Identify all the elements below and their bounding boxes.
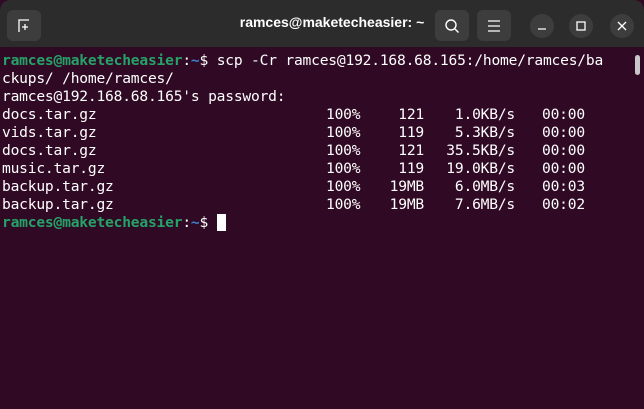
transfer-percent: 100% xyxy=(326,106,361,123)
search-button[interactable] xyxy=(435,10,469,41)
transfer-file: music.tar.gz xyxy=(2,160,106,177)
password-prompt: ramces@192.168.68.165's password: xyxy=(2,88,286,105)
transfer-file: docs.tar.gz xyxy=(2,106,97,123)
scrollbar[interactable] xyxy=(635,55,640,75)
minimize-icon xyxy=(538,28,546,30)
transfer-size: 19MB xyxy=(389,178,425,195)
prompt-path: ~ xyxy=(190,52,200,69)
command-line-wrap: ckups/ /home/ramces/ xyxy=(2,70,174,87)
transfer-file: docs.tar.gz xyxy=(2,142,97,159)
prompt-symbol: $ xyxy=(199,214,217,231)
transfer-rate: 5.3KB/s xyxy=(454,124,515,141)
transfer-time: 00:00 xyxy=(542,106,585,123)
transfer-time: 00:02 xyxy=(542,196,585,213)
prompt-separator: : xyxy=(182,52,191,69)
minimize-button[interactable] xyxy=(530,14,554,38)
prompt-user-host: ramces@maketecheasier xyxy=(2,214,183,231)
transfer-size: 19MB xyxy=(389,196,425,213)
transfer-row: backup.tar.gz 100% 19MB 7.6MB/s 00:02 xyxy=(2,196,642,214)
transfer-size: 119 xyxy=(398,124,424,141)
transfer-size: 121 xyxy=(398,142,424,159)
transfer-percent: 100% xyxy=(326,196,361,213)
menu-button[interactable] xyxy=(477,10,511,41)
transfer-rate: 1.0KB/s xyxy=(454,106,515,123)
transfer-file: backup.tar.gz xyxy=(2,196,114,213)
transfer-rate: 7.6MB/s xyxy=(454,196,515,213)
terminal-output[interactable]: ramces@maketecheasier:~$ scp -Cr ramces@… xyxy=(2,52,642,232)
prompt-symbol: $ xyxy=(199,52,217,69)
transfer-percent: 100% xyxy=(326,160,361,177)
transfer-file: vids.tar.gz xyxy=(2,124,97,141)
close-icon xyxy=(617,21,627,31)
transfer-time: 00:00 xyxy=(542,124,585,141)
transfer-time: 00:03 xyxy=(542,178,585,195)
transfer-row: music.tar.gz 100% 119 19.0KB/s 00:00 xyxy=(2,160,642,178)
transfer-row: docs.tar.gz 100% 121 35.5KB/s 00:00 xyxy=(2,142,642,160)
transfer-percent: 100% xyxy=(326,124,361,141)
transfer-size: 121 xyxy=(398,106,424,123)
transfer-percent: 100% xyxy=(326,142,361,159)
search-icon xyxy=(445,18,459,33)
title-bar: ramces@maketecheasier: ~ xyxy=(0,0,644,47)
terminal-window: ramces@maketecheasier: ~ ramces@maketech… xyxy=(0,0,644,409)
prompt-user-host: ramces@maketecheasier xyxy=(2,52,183,69)
transfer-percent: 100% xyxy=(326,178,361,195)
current-prompt: ramces@maketecheasier:~$ xyxy=(2,214,642,232)
command-line: ramces@maketecheasier:~$ scp -Cr ramces@… xyxy=(2,52,642,70)
maximize-button[interactable] xyxy=(569,14,593,38)
transfer-rate: 35.5KB/s xyxy=(446,142,515,159)
command-text: scp -Cr ramces@192.168.68.165:/home/ramc… xyxy=(216,52,604,69)
close-button[interactable] xyxy=(610,14,634,38)
prompt-path: ~ xyxy=(190,214,200,231)
transfer-row: vids.tar.gz 100% 119 5.3KB/s 00:00 xyxy=(2,124,642,142)
transfer-rate: 6.0MB/s xyxy=(454,178,515,195)
transfer-row: docs.tar.gz 100% 121 1.0KB/s 00:00 xyxy=(2,106,642,124)
transfer-file: backup.tar.gz xyxy=(2,178,114,195)
text-cursor xyxy=(216,214,226,231)
transfer-row: backup.tar.gz 100% 19MB 6.0MB/s 00:03 xyxy=(2,178,642,196)
maximize-icon xyxy=(576,21,586,31)
prompt-separator: : xyxy=(182,214,191,231)
transfer-time: 00:00 xyxy=(542,142,585,159)
transfer-time: 00:00 xyxy=(542,160,585,177)
transfer-rate: 19.0KB/s xyxy=(446,160,515,177)
hamburger-icon xyxy=(488,19,500,32)
transfer-size: 119 xyxy=(398,160,424,177)
